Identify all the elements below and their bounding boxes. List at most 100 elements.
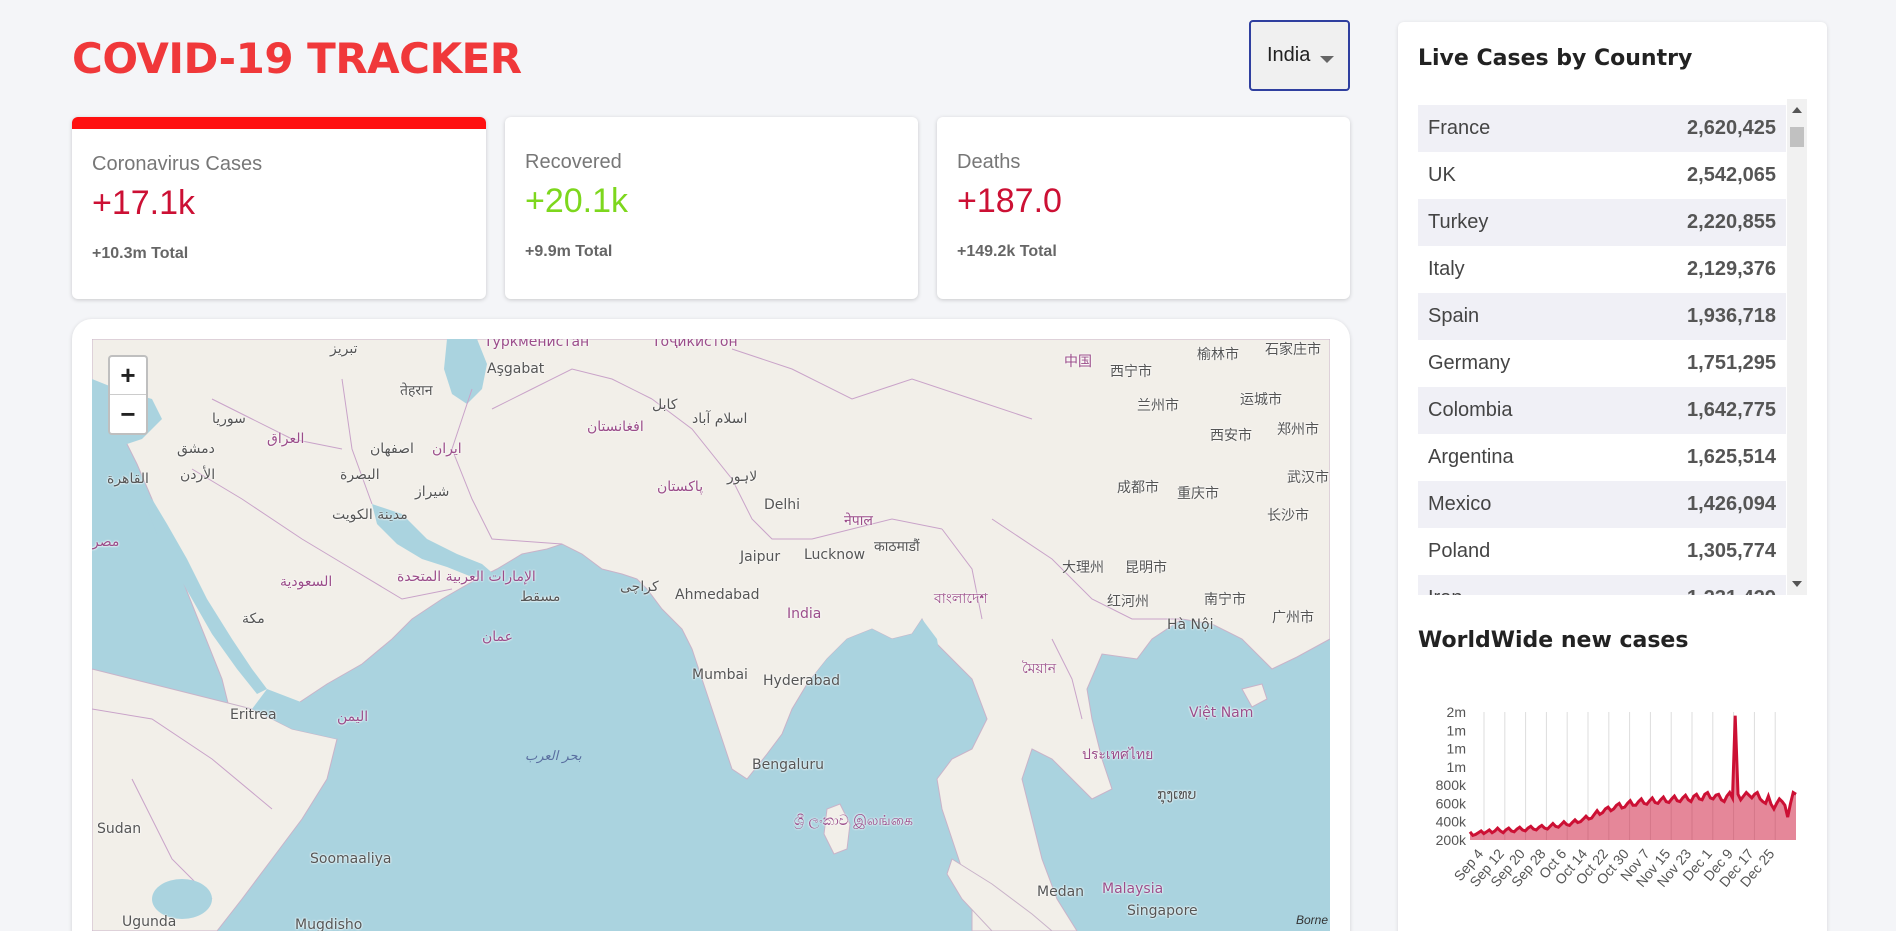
zoom-out-button[interactable]: −: [110, 395, 146, 433]
map-label: Ugunda: [122, 914, 177, 930]
table-row: Germany 1,751,295: [1418, 340, 1786, 387]
map-label: ประเทศไทย: [1082, 747, 1154, 763]
map-label: ایران: [432, 441, 462, 457]
table-row: Turkey 2,220,855: [1418, 199, 1786, 246]
map-label: مصر: [92, 534, 120, 550]
map-label: Delhi: [764, 497, 801, 513]
zoom-in-button[interactable]: +: [110, 357, 146, 395]
table-row: UK 2,542,065: [1418, 152, 1786, 199]
map-label: العراق: [267, 431, 305, 447]
country-cases: 1,642,775: [1687, 399, 1776, 421]
map-label: بحر العرب: [525, 749, 582, 764]
map-label: 石家庄市: [1265, 342, 1321, 358]
country-name: Italy: [1428, 258, 1465, 280]
y-tick-label: 1m: [1447, 759, 1466, 775]
country-dropdown-value: India: [1267, 44, 1311, 66]
map-label: 重庆市: [1177, 486, 1219, 502]
map-label: Туркменистан: [484, 339, 590, 350]
map-label: Sudan: [97, 821, 142, 837]
world-map[interactable]: Aşgabat Delhi Lucknow Jaipur Ahmedabad I…: [92, 339, 1330, 931]
table-row: Iran 1,231,429: [1418, 575, 1786, 595]
map-card: Aşgabat Delhi Lucknow Jaipur Ahmedabad I…: [72, 319, 1350, 931]
map-label: تبريز: [330, 341, 358, 357]
map-label: 西宁市: [1110, 364, 1152, 380]
map-label: Eritrea: [230, 707, 277, 723]
country-cases: 1,231,429: [1687, 587, 1776, 595]
map-label: 广州市: [1272, 610, 1314, 626]
scroll-up-icon[interactable]: [1792, 107, 1802, 113]
country-name: Poland: [1428, 540, 1491, 562]
map-label: افغانستان: [587, 419, 644, 435]
map-label: Malaysia: [1102, 881, 1164, 897]
table-scrollbar[interactable]: [1787, 99, 1807, 595]
deaths-card[interactable]: Deaths +187.0 +149.2k Total: [937, 117, 1350, 299]
country-dropdown[interactable]: India: [1249, 20, 1350, 91]
table-row: France 2,620,425: [1418, 105, 1786, 152]
country-cases: 1,305,774: [1687, 540, 1776, 562]
country-name: Germany: [1428, 352, 1511, 374]
deaths-card-label: Deaths: [957, 151, 1021, 173]
country-name: Iran: [1428, 587, 1462, 595]
map-label: القاهرة: [107, 471, 149, 487]
scroll-down-icon[interactable]: [1792, 581, 1802, 587]
map-label: مكة: [242, 611, 265, 627]
recovered-card[interactable]: Recovered +20.1k +9.9m Total: [505, 117, 918, 299]
recovered-card-label: Recovered: [525, 151, 622, 173]
y-tick-label: 400k: [1436, 814, 1467, 830]
country-name: Mexico: [1428, 493, 1492, 515]
country-name: Colombia: [1428, 399, 1513, 421]
map-label: Hà Nội: [1167, 617, 1214, 633]
live-cases-table[interactable]: France 2,620,425 UK 2,542,065 Turkey 2,220,85…: [1418, 99, 1807, 595]
map-label: বাংলাদেশ: [934, 591, 988, 607]
zoom-control: + −: [108, 355, 148, 435]
map-label: Lucknow: [804, 547, 866, 563]
country-name: France: [1428, 117, 1491, 139]
map-label: ກຸງເທບ: [1157, 787, 1197, 803]
map-label: عمان: [482, 629, 513, 645]
y-tick-label: 1m: [1447, 722, 1466, 738]
chart-title: WorldWide new cases: [1418, 628, 1689, 653]
cases-card-label: Coronavirus Cases: [92, 153, 263, 175]
map-label: Тоҷикистон: [652, 339, 738, 350]
y-tick-label: 200k: [1436, 832, 1467, 848]
country-cases: 1,625,514: [1687, 446, 1776, 468]
live-cases-rows: France 2,620,425 UK 2,542,065 Turkey 2,220,85…: [1418, 105, 1786, 595]
country-cases: 2,542,065: [1687, 164, 1776, 186]
map-label: سوريا: [212, 411, 246, 427]
map-label: مدينة الكويت: [332, 507, 408, 523]
chart-area: [1470, 715, 1796, 840]
right-panel: Live Cases by Country France 2,620,425 UK 2…: [1398, 22, 1827, 931]
map-label: 中国: [1064, 354, 1092, 370]
country-name: Turkey: [1428, 211, 1489, 233]
map-label: الإمارات العربية المتحدة: [397, 569, 536, 585]
deaths-card-total: +149.2k Total: [957, 243, 1057, 260]
map-label: 武汉市: [1287, 470, 1329, 486]
map-label: 长沙市: [1267, 508, 1309, 524]
map-label: دمشق: [177, 441, 215, 457]
map-label: 兰州市: [1137, 398, 1179, 414]
live-cases-title: Live Cases by Country: [1418, 46, 1693, 71]
map-label: اسلام آباد: [692, 411, 748, 427]
y-tick-label: 600k: [1436, 795, 1467, 811]
map-label: اليمن: [337, 709, 369, 725]
map-label: 西安市: [1210, 428, 1252, 444]
map-label: السعودية: [280, 574, 333, 590]
table-row: Argentina 1,625,514: [1418, 434, 1786, 481]
table-row: Colombia 1,642,775: [1418, 387, 1786, 434]
map-label: Medan: [1037, 884, 1085, 900]
map-label: Jaipur: [740, 549, 781, 565]
map-label: Bengaluru: [752, 757, 824, 773]
map-label: کابل: [652, 397, 678, 413]
recovered-card-value: +20.1k: [525, 182, 629, 220]
cases-card-total: +10.3m Total: [92, 245, 189, 262]
new-cases-chart: Sep 4Sep 12Sep 20Sep 28Oct 6Oct 14Oct 22…: [1436, 704, 1797, 890]
map-label: لاہور: [727, 469, 758, 485]
map-label: Soomaaliya: [310, 851, 392, 867]
cases-card[interactable]: Coronavirus Cases +17.1k +10.3m Total: [72, 117, 486, 299]
map-label: Ahmedabad: [675, 587, 760, 603]
map-label: মৈয়ান: [1022, 661, 1057, 677]
scroll-thumb[interactable]: [1790, 127, 1804, 147]
deaths-card-value: +187.0: [957, 182, 1062, 220]
map-attribution: Borne: [1295, 913, 1328, 927]
map-label: Mumbai: [692, 667, 748, 683]
